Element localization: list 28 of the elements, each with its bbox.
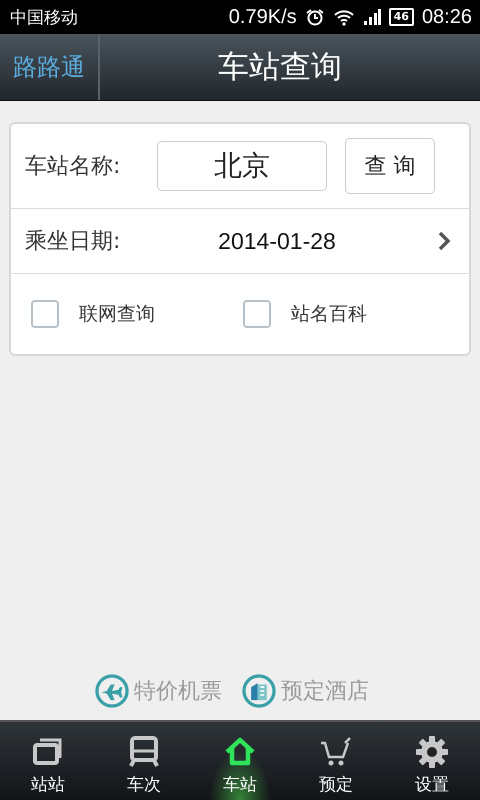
date-row[interactable]: 乘坐日期: 2014-01-28 <box>11 209 469 274</box>
checkbox-label: 站名百科 <box>291 302 367 327</box>
battery-indicator: 46 <box>388 8 414 26</box>
checkbox[interactable] <box>243 300 271 328</box>
carrier-name: 中国移动 <box>10 6 78 28</box>
search-button[interactable]: 查 询 <box>345 138 435 194</box>
date-value: 2014-01-28 <box>217 228 337 254</box>
network-speed: 0.79K/s <box>228 6 297 28</box>
checkbox[interactable] <box>31 300 59 328</box>
clock: 08:26 <box>422 6 472 28</box>
tab[interactable]: 车次 <box>96 722 192 800</box>
airplane-icon <box>95 674 129 708</box>
station-field[interactable]: 北京 <box>157 141 327 191</box>
field-label: 车站名称: <box>25 153 122 181</box>
settings-icon <box>415 735 449 769</box>
tab[interactable]: 设置 <box>384 722 480 800</box>
signal-icon <box>362 9 381 25</box>
tab[interactable]: 站站 <box>0 722 96 800</box>
hotel-icon <box>242 674 276 708</box>
screen-title: 车站查询 <box>217 48 343 87</box>
field-label: 乘坐日期: <box>25 228 122 256</box>
wifi-icon <box>332 8 355 26</box>
alarm-icon <box>304 8 325 26</box>
checkbox-label: 联网查询 <box>79 302 155 327</box>
chevron-icon <box>437 230 451 252</box>
tab[interactable]: 预定 <box>288 722 384 800</box>
train-icon <box>127 735 161 769</box>
back-button[interactable]: 路路通 <box>0 34 100 100</box>
